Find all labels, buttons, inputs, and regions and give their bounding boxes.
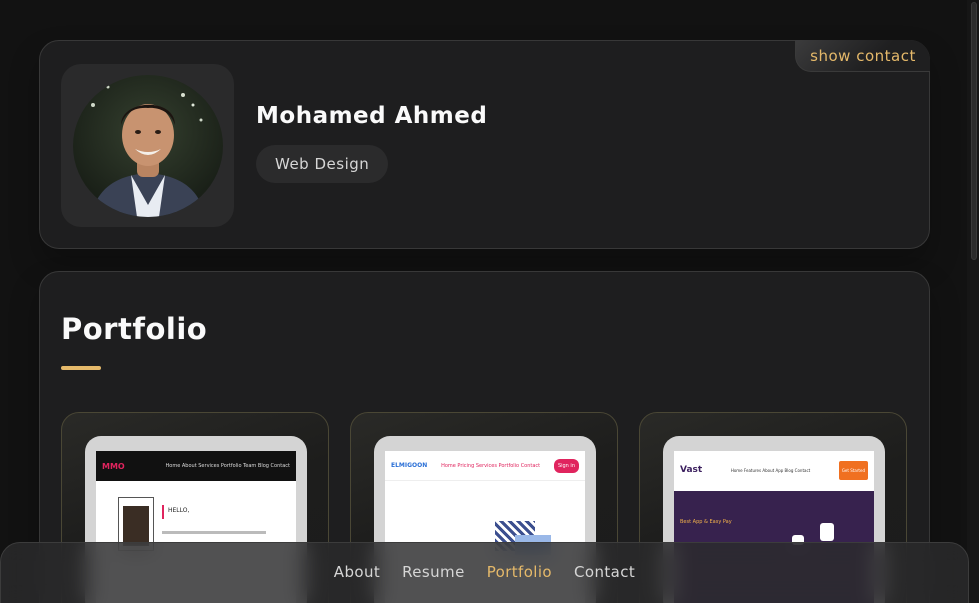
nav-portfolio[interactable]: Portfolio [487,563,552,581]
nav-about[interactable]: About [334,563,380,581]
project-nav-links: Home Features About App Blog Contact [730,467,811,473]
project-hero-text: Best App & Easy Pay [680,519,732,525]
project-brand: MMO [102,461,125,471]
project-cta: Get Started [838,460,868,480]
project-nav-links: Home Pricing Services Portfolio Contact [441,462,541,469]
title-underline [61,366,101,370]
profile-card: Mohamed Ahmed Web Design show contact [39,40,930,249]
nav-contact[interactable]: Contact [574,563,635,581]
project-brand: Vast [680,465,703,475]
avatar [72,74,223,217]
nav-resume[interactable]: Resume [402,563,465,581]
project-hero-text: HELLO, [168,507,190,514]
scrollbar-thumb[interactable] [971,2,977,260]
project-nav-links: Home About Services Portfolio Team Blog … [165,463,290,469]
profile-name: Mohamed Ahmed [256,103,488,129]
section-title: Portfolio [61,312,208,346]
avatar-box [61,64,234,227]
bottom-navbar: About Resume Portfolio Contact [0,542,969,603]
project-brand: ELMIGOON [391,462,428,469]
scrollbar[interactable] [967,0,979,603]
project-cta: Sign in [553,458,579,473]
show-contact-button[interactable]: show contact [795,40,930,72]
profile-role-badge: Web Design [256,145,389,183]
